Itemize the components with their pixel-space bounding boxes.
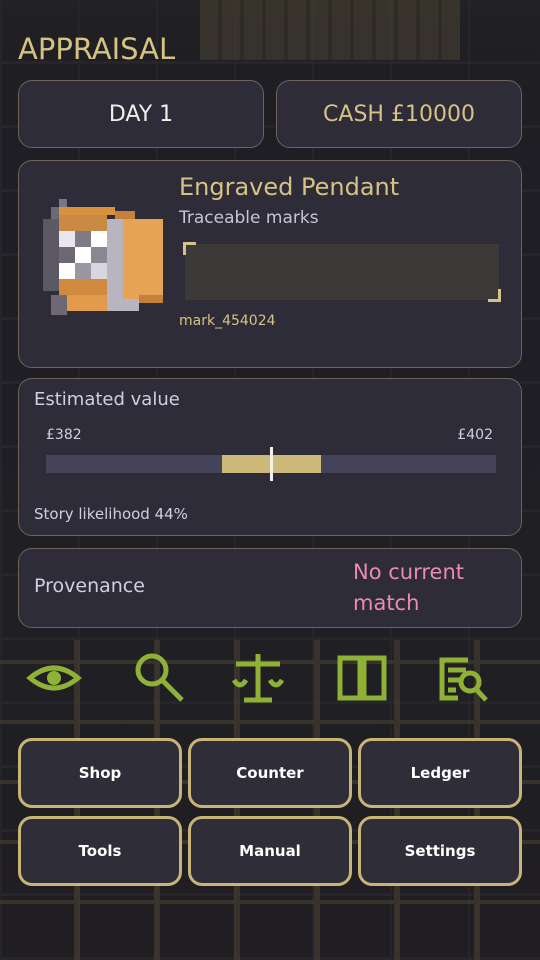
estimate-needle [270, 447, 273, 481]
manual-button[interactable]: Manual [188, 816, 352, 886]
range-max: £402 [457, 427, 493, 443]
provenance-status: No current match [353, 560, 464, 615]
item-subtitle: Traceable marks [179, 208, 319, 228]
shop-button[interactable]: Shop [18, 738, 182, 808]
cash-display: CASH £10000 [276, 80, 522, 148]
item-name: Engraved Pendant [179, 173, 400, 201]
page-title: APPRAISAL [18, 32, 176, 66]
document-search-icon[interactable] [434, 650, 494, 706]
ledger-button[interactable]: Ledger [358, 738, 522, 808]
story-likelihood: Story likelihood 44% [34, 505, 188, 523]
item-card: Engraved Pendant Traceable marks mark_45… [18, 160, 522, 368]
mark-id: mark_454024 [179, 313, 276, 329]
range-min: £382 [46, 427, 82, 443]
value-range-track [46, 447, 496, 481]
day-counter: DAY 1 [18, 80, 264, 148]
provenance-panel: Provenance No current match [18, 548, 522, 628]
mark-scan-area[interactable] [183, 242, 501, 302]
settings-button[interactable]: Settings [358, 816, 522, 886]
book-icon[interactable] [332, 650, 392, 706]
provenance-label: Provenance [34, 575, 145, 597]
corner-bracket-icon [488, 289, 501, 302]
scales-icon[interactable] [228, 650, 288, 706]
pendant-pixel-icon [43, 199, 167, 315]
estimate-label: Estimated value [34, 389, 180, 410]
counter-button[interactable]: Counter [188, 738, 352, 808]
corner-bracket-icon [183, 242, 196, 255]
eye-icon[interactable] [24, 650, 84, 706]
tools-button[interactable]: Tools [18, 816, 182, 886]
magnifier-icon[interactable] [130, 650, 190, 706]
estimate-panel: Estimated value £382 £402 Story likeliho… [18, 378, 522, 536]
